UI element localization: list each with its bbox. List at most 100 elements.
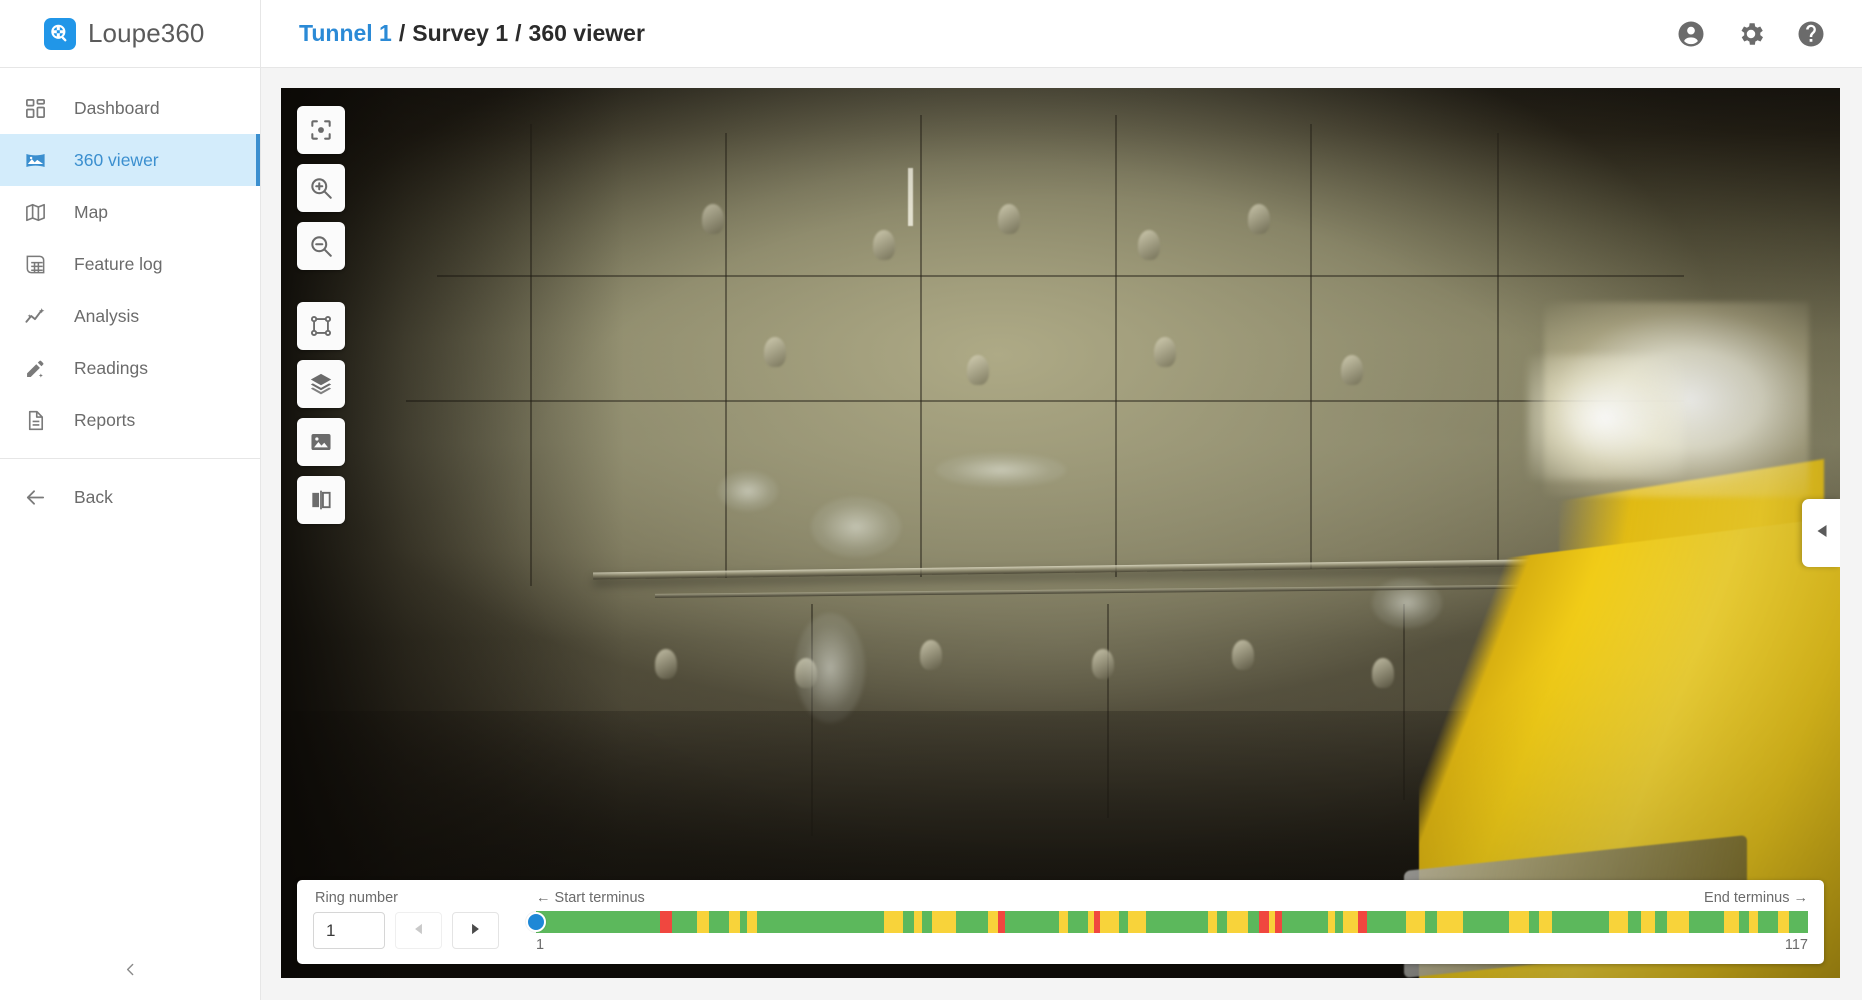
ring-segment[interactable] <box>739 911 747 933</box>
sidebar-item-back[interactable]: Back <box>0 471 260 523</box>
ring-segment[interactable] <box>1328 911 1335 933</box>
ring-segment[interactable] <box>708 911 730 933</box>
ring-segment[interactable] <box>1357 911 1368 933</box>
ring-segment[interactable] <box>1342 911 1358 933</box>
ring-segment[interactable] <box>746 911 758 933</box>
sidebar-item-analysis[interactable]: Analysis <box>0 290 260 342</box>
previous-ring-button[interactable] <box>395 912 442 949</box>
ring-segment[interactable] <box>1334 911 1343 933</box>
breadcrumb-separator-2: / <box>515 20 522 46</box>
ring-segment[interactable] <box>1667 911 1689 933</box>
image-button[interactable] <box>297 418 345 466</box>
ring-segment[interactable] <box>1226 911 1249 933</box>
compare-button[interactable] <box>297 476 345 524</box>
ring-segment[interactable] <box>1463 911 1510 933</box>
ring-segment[interactable] <box>1128 911 1146 933</box>
ring-segment[interactable] <box>536 911 661 933</box>
ring-segment[interactable] <box>956 911 989 933</box>
gear-icon[interactable] <box>1736 19 1766 49</box>
ring-segment[interactable] <box>1145 911 1208 933</box>
ring-segment[interactable] <box>1099 911 1119 933</box>
ring-segment[interactable] <box>1777 911 1789 933</box>
account-icon[interactable] <box>1676 19 1706 49</box>
sidebar-collapse-button[interactable] <box>0 944 260 1000</box>
panorama-viewport[interactable]: Ring number 1 ← Start terminus End termi… <box>281 88 1840 978</box>
ring-segment[interactable] <box>1118 911 1129 933</box>
ring-segment[interactable] <box>1552 911 1609 933</box>
ring-segment[interactable] <box>1406 911 1426 933</box>
ring-segment[interactable] <box>1723 911 1739 933</box>
sidebar-item-readings[interactable]: Readings <box>0 342 260 394</box>
ring-segment[interactable] <box>1788 911 1808 933</box>
sidebar-item-360-viewer[interactable]: 360 viewer <box>0 134 260 186</box>
ring-segment[interactable] <box>1275 911 1283 933</box>
ring-segment[interactable] <box>1654 911 1668 933</box>
ring-filmstrip-bar: Ring number 1 ← Start terminus End termi… <box>297 880 1824 964</box>
sidebar-item-map[interactable]: Map <box>0 186 260 238</box>
body: Dashboard 360 viewer Map Feature log Ana… <box>0 68 1862 1000</box>
zoom-in-button[interactable] <box>297 164 345 212</box>
sidebar-item-label: Analysis <box>74 305 140 326</box>
zoom-out-button[interactable] <box>297 222 345 270</box>
breadcrumb: Tunnel 1 / Survey 1 / 360 viewer <box>261 20 1676 47</box>
ring-segment[interactable] <box>1282 911 1329 933</box>
help-icon[interactable] <box>1796 19 1826 49</box>
select-region-button[interactable] <box>297 302 345 350</box>
breadcrumb-site[interactable]: Tunnel 1 <box>299 20 392 47</box>
ring-segment[interactable] <box>931 911 957 933</box>
ring-segment[interactable] <box>1068 911 1089 933</box>
start-terminus-label: ← Start terminus <box>536 890 645 906</box>
ring-segment[interactable] <box>729 911 740 933</box>
ring-segment[interactable] <box>1248 911 1260 933</box>
ring-segment[interactable] <box>1437 911 1464 933</box>
ring-segment[interactable] <box>903 911 915 933</box>
tunnel-panorama-image <box>281 88 1840 978</box>
ring-segment[interactable] <box>1207 911 1218 933</box>
ring-segment[interactable] <box>697 911 709 933</box>
ring-segment[interactable] <box>660 911 672 933</box>
side-panel-toggle[interactable] <box>1802 499 1840 567</box>
ring-segment[interactable] <box>1641 911 1655 933</box>
ring-segment[interactable] <box>1749 911 1758 933</box>
ring-track-wrapper[interactable] <box>526 911 1808 933</box>
ring-segment[interactable] <box>914 911 923 933</box>
sidebar-item-label: Reports <box>74 409 136 430</box>
ring-segment[interactable] <box>1367 911 1407 933</box>
ring-segment[interactable] <box>922 911 932 933</box>
ring-segment[interactable] <box>1538 911 1553 933</box>
next-ring-button[interactable] <box>452 912 499 949</box>
viewer-toolbar <box>297 106 345 524</box>
brand[interactable]: Loupe360 <box>0 0 261 68</box>
brand-name: Loupe360 <box>88 18 205 48</box>
ring-segment[interactable] <box>1757 911 1778 933</box>
ring-segment[interactable] <box>1268 911 1276 933</box>
ring-segment[interactable] <box>1688 911 1724 933</box>
ring-segment[interactable] <box>1529 911 1539 933</box>
ring-segment[interactable] <box>1627 911 1642 933</box>
ring-track-block: ← Start terminus End terminus → 1 117 <box>526 890 1808 956</box>
ring-segment[interactable] <box>1004 911 1059 933</box>
ring-segment[interactable] <box>1509 911 1530 933</box>
ring-segment[interactable] <box>1217 911 1227 933</box>
ring-segment[interactable] <box>884 911 904 933</box>
ring-segment[interactable] <box>1738 911 1750 933</box>
ring-segment[interactable] <box>1058 911 1069 933</box>
sidebar-item-feature-log[interactable]: Feature log <box>0 238 260 290</box>
sidebar-item-reports[interactable]: Reports <box>0 394 260 446</box>
ring-segment[interactable] <box>1425 911 1438 933</box>
breadcrumb-survey[interactable]: Survey 1 <box>412 20 508 47</box>
ring-segment[interactable] <box>1609 911 1628 933</box>
ring-position-marker[interactable] <box>526 912 546 932</box>
center-focus-button[interactable] <box>297 106 345 154</box>
ring-number-input[interactable] <box>313 912 385 949</box>
ring-condition-track[interactable] <box>536 911 1808 933</box>
layers-button[interactable] <box>297 360 345 408</box>
ring-segment[interactable] <box>1259 911 1269 933</box>
ring-segment[interactable] <box>997 911 1005 933</box>
ring-segment[interactable] <box>988 911 998 933</box>
panorama-icon <box>22 147 48 173</box>
sidebar-item-label: Dashboard <box>74 97 160 118</box>
sidebar-item-dashboard[interactable]: Dashboard <box>0 82 260 134</box>
ring-segment[interactable] <box>671 911 698 933</box>
ring-segment[interactable] <box>757 911 885 933</box>
